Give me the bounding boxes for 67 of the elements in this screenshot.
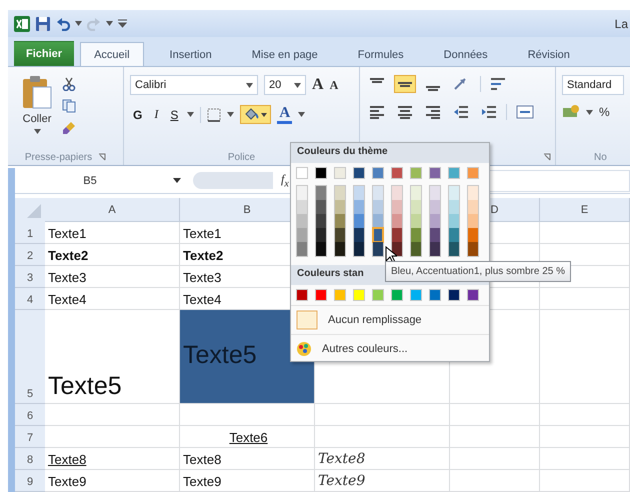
cell-text: Texte1 xyxy=(183,226,222,241)
cell-text: Texte9 xyxy=(183,474,222,489)
menu-heading: Couleurs du thème xyxy=(291,143,489,163)
group-label: No xyxy=(594,152,607,162)
cell-text: Texte8 xyxy=(48,452,86,467)
cell-text: Texte6 xyxy=(229,430,268,445)
tooltip: Bleu, Accentuation1, plus sombre 25 % xyxy=(385,261,571,282)
table-cell[interactable]: Texte9 xyxy=(180,470,315,492)
underline-button[interactable]: S xyxy=(167,108,182,122)
row-header[interactable]: 7 xyxy=(15,426,45,448)
menu-item[interactable]: Aucun remplissage xyxy=(328,314,422,326)
cell-text: Texte4 xyxy=(183,292,222,307)
group-label: Presse-papiers xyxy=(24,152,92,162)
name-box[interactable]: B5 xyxy=(15,174,165,186)
group-label: Police xyxy=(228,152,256,162)
cell-text: Texte2 xyxy=(183,248,224,263)
ribbon-tab[interactable]: Accueil xyxy=(80,42,144,66)
cell-text: Texte4 xyxy=(48,292,86,307)
ribbon-tab[interactable]: Données xyxy=(430,42,502,66)
file-tab[interactable]: Fichier xyxy=(14,41,74,66)
bold-button[interactable]: G xyxy=(130,108,146,122)
row-header[interactable]: 3 xyxy=(15,266,45,288)
window-title: La xyxy=(614,16,629,30)
table-cell[interactable]: Texte2 xyxy=(45,244,180,266)
column-header[interactable]: E xyxy=(540,198,630,222)
row-header[interactable]: 5 xyxy=(15,310,45,404)
cell-text: Texte8 xyxy=(318,451,366,467)
table-cell[interactable]: Texte8 xyxy=(315,448,450,470)
paste-button[interactable]: Coller xyxy=(22,113,52,125)
table-cell[interactable]: Texte9 xyxy=(45,470,180,492)
ribbon-tab[interactable]: Insertion xyxy=(156,42,226,66)
font-size-field[interactable]: 20 xyxy=(264,75,306,95)
cell-text: Texte5 xyxy=(183,341,257,370)
row-header[interactable]: 1 xyxy=(15,222,45,244)
table-cell[interactable]: Texte8 xyxy=(180,448,315,470)
italic-button[interactable]: I xyxy=(151,107,162,122)
cell-text: Texte8 xyxy=(183,452,222,467)
insert-function-button[interactable]: f$_{x}$ xyxy=(281,172,289,190)
row-header[interactable]: 2 xyxy=(15,244,45,266)
row-header[interactable]: 9 xyxy=(15,470,45,492)
ribbon-tab[interactable]: Mise en page xyxy=(238,42,332,66)
ribbon-tab[interactable]: Révision xyxy=(514,42,584,66)
row-header[interactable]: 8 xyxy=(15,448,45,470)
column-header[interactable]: A xyxy=(45,198,180,222)
cell-text: Texte2 xyxy=(48,248,88,263)
table-cell[interactable]: Texte4 xyxy=(45,288,180,310)
ribbon-tab[interactable]: Formules xyxy=(344,42,418,66)
menu-item[interactable]: Autres couleurs... xyxy=(322,343,408,355)
table-cell[interactable]: Texte8 xyxy=(45,448,180,470)
grow-font-button[interactable]: A xyxy=(312,76,324,94)
row-header[interactable]: 6 xyxy=(15,404,45,426)
table-cell[interactable]: Texte6 xyxy=(180,426,315,448)
cell-text: Texte1 xyxy=(48,226,86,241)
shrink-font-button[interactable]: A xyxy=(330,78,338,92)
cell-text: Texte9 xyxy=(48,474,86,489)
cell-text: Texte5 xyxy=(48,372,122,401)
cell-text: Texte3 xyxy=(48,270,86,285)
font-name-field[interactable]: Calibri xyxy=(130,75,258,95)
table-cell[interactable]: Texte1 xyxy=(45,222,180,244)
percent-button[interactable]: % xyxy=(599,105,610,119)
table-cell[interactable]: Texte3 xyxy=(45,266,180,288)
cell-text: Texte9 xyxy=(318,473,366,489)
row-header[interactable]: 4 xyxy=(15,288,45,310)
table-cell[interactable]: Texte9 xyxy=(315,470,450,492)
number-format-field[interactable]: Standard xyxy=(562,75,624,95)
cell-text: Texte3 xyxy=(183,270,222,285)
font-color-button[interactable]: A xyxy=(277,106,292,124)
